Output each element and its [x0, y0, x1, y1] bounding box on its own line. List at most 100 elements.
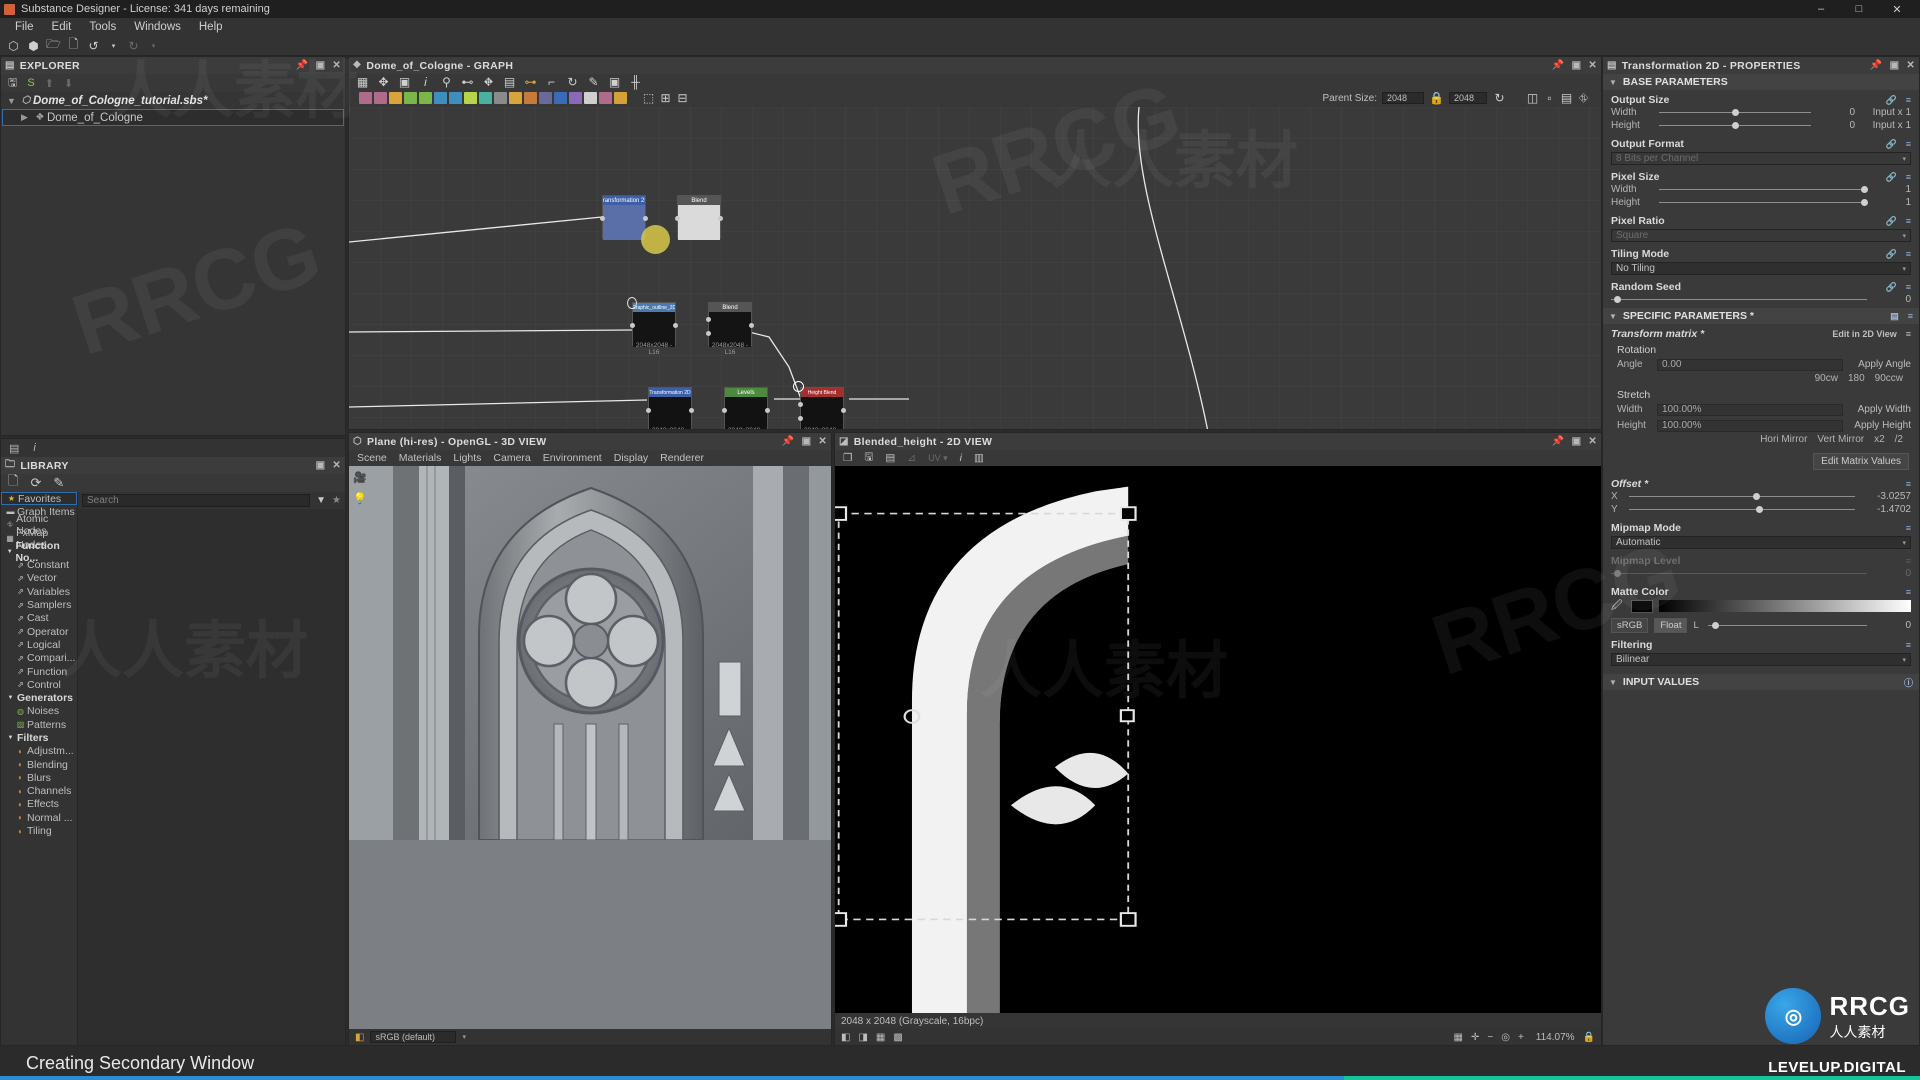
- node-input-port[interactable]: [600, 216, 605, 221]
- node-swatch[interactable]: [554, 92, 567, 104]
- pixel-height-slider[interactable]: [1659, 197, 1868, 208]
- node-input-port[interactable]: [630, 323, 635, 328]
- close-icon[interactable]: ✕: [1588, 60, 1597, 71]
- edit-icon[interactable]: ✎: [586, 75, 601, 89]
- rotate-180-button[interactable]: 180: [1848, 373, 1865, 384]
- scale-half-button[interactable]: /2: [1895, 434, 1903, 445]
- link-param-icon[interactable]: 🔗: [1886, 282, 1897, 293]
- graph-node[interactable]: Transformation 2D: [600, 195, 648, 240]
- library-item-favorites[interactable]: ★ Favorites: [1, 492, 77, 506]
- maximize-icon[interactable]: ▣: [316, 460, 326, 471]
- histogram-icon[interactable]: ▥: [974, 452, 984, 464]
- graph-node[interactable]: Height Blend 2048x2048 - L16: [798, 387, 846, 429]
- grid-icon[interactable]: ▦: [1454, 1032, 1463, 1043]
- view3d-menu-scene[interactable]: Scene: [357, 452, 387, 464]
- matte-channel-slider[interactable]: [1708, 620, 1867, 631]
- node-swatch[interactable]: [494, 92, 507, 104]
- pixel-width-slider[interactable]: [1659, 184, 1868, 195]
- library-item-patterns[interactable]: ▨ Patterns: [1, 718, 77, 731]
- menu-tools[interactable]: Tools: [80, 19, 125, 35]
- node-input-port[interactable]: [675, 216, 680, 221]
- library-item-blending[interactable]: ◐ Blending: [1, 758, 77, 771]
- node-swatch[interactable]: [569, 92, 582, 104]
- pin-icon[interactable]: 📌: [1552, 436, 1565, 447]
- library-item-operator[interactable]: ⇗ Operator: [1, 625, 77, 638]
- duplicate-icon[interactable]: ▤: [502, 75, 517, 89]
- download-icon[interactable]: ⬇: [64, 77, 73, 90]
- node-swatch[interactable]: [539, 92, 552, 104]
- library-tab-icon[interactable]: ▤: [9, 442, 19, 455]
- vert-mirror-button[interactable]: Vert Mirror: [1817, 434, 1864, 445]
- close-icon[interactable]: ✕: [818, 436, 827, 447]
- refresh-icon[interactable]: ↻: [1492, 91, 1507, 105]
- float-button[interactable]: Float: [1654, 617, 1688, 633]
- link-icon[interactable]: ⊷: [460, 75, 475, 89]
- stretch-width-input[interactable]: 100.00%: [1657, 403, 1843, 416]
- view2d-canvas[interactable]: [835, 466, 1601, 1013]
- redo-dropdown-icon[interactable]: ▾: [146, 39, 161, 53]
- channel-gray-icon[interactable]: ◨: [858, 1032, 867, 1043]
- view3d-menu-lights[interactable]: Lights: [453, 452, 481, 464]
- library-item-effects[interactable]: ◐ Effects: [1, 798, 77, 811]
- chevron-right-icon[interactable]: ▶: [21, 112, 33, 123]
- info-icon[interactable]: i: [418, 75, 433, 89]
- library-item-channels[interactable]: ◐ Channels: [1, 785, 77, 798]
- pixel-ratio-select[interactable]: Square ▾: [1611, 229, 1911, 242]
- param-menu-icon[interactable]: ≡: [1906, 216, 1911, 227]
- graph-node[interactable]: Levels 2048x2048 - L16: [722, 387, 770, 429]
- param-menu-icon[interactable]: ≡: [1906, 139, 1911, 150]
- node-swatch[interactable]: [524, 92, 537, 104]
- edit-matrix-values-button[interactable]: Edit Matrix Values: [1813, 453, 1909, 470]
- connect-icon[interactable]: ⊶: [523, 75, 538, 89]
- upload-icon[interactable]: ⬆: [45, 77, 54, 90]
- graph-node[interactable]: Graphic_outline_2D 2048x2048 - L16: [630, 302, 678, 356]
- center-icon[interactable]: ✛: [1471, 1032, 1479, 1043]
- link-param-icon[interactable]: 🔗: [1886, 216, 1897, 227]
- favorite-icon[interactable]: ★: [332, 495, 341, 506]
- graph-canvas[interactable]: Transformation 2D Blend Graphic_outline_…: [349, 107, 1601, 429]
- library-item-vector[interactable]: ⇗ Vector: [1, 572, 77, 585]
- maximize-icon[interactable]: ▣: [1890, 60, 1900, 71]
- select-icon[interactable]: ▦: [355, 75, 370, 89]
- chevron-down-icon[interactable]: ▾: [462, 1033, 466, 1041]
- param-menu-icon[interactable]: ≡: [1906, 282, 1911, 293]
- library-item-generators[interactable]: ▼ Generators: [1, 691, 77, 704]
- node-input-port[interactable]: [706, 317, 711, 322]
- refresh-icon[interactable]: ↻: [565, 75, 580, 89]
- maximize-icon[interactable]: ▣: [1572, 436, 1582, 447]
- node-output-port[interactable]: [841, 408, 846, 413]
- apply-width-button[interactable]: Apply Width: [1849, 404, 1911, 415]
- zoom-in-icon[interactable]: +: [1518, 1032, 1524, 1043]
- pin-icon[interactable]: 📌: [1552, 60, 1565, 71]
- close-icon[interactable]: ✕: [332, 60, 341, 71]
- menu-file[interactable]: File: [6, 19, 43, 35]
- view3d-menu-materials[interactable]: Materials: [399, 452, 442, 464]
- substance-icon[interactable]: S: [27, 77, 34, 89]
- node-output-port[interactable]: [749, 323, 754, 328]
- maximize-button[interactable]: □: [1840, 0, 1878, 18]
- param-menu-icon[interactable]: ≡: [1906, 640, 1911, 650]
- matte-color-gradient[interactable]: [1659, 600, 1911, 612]
- close-icon[interactable]: ✕: [1588, 436, 1597, 447]
- parent-size-height-select[interactable]: 2048: [1449, 92, 1487, 104]
- node-input-port[interactable]: [706, 331, 711, 336]
- view-list-icon[interactable]: ▤: [1559, 91, 1574, 105]
- library-item-filters[interactable]: ▼ Filters: [1, 731, 77, 744]
- menu-windows[interactable]: Windows: [125, 19, 190, 35]
- copy-param-icon[interactable]: ▤: [1890, 311, 1899, 322]
- chevron-down-icon[interactable]: ▼: [1609, 78, 1617, 87]
- close-button[interactable]: ✕: [1878, 0, 1916, 18]
- maximize-icon[interactable]: ▣: [316, 60, 326, 71]
- uv-label[interactable]: UV ▾: [928, 453, 948, 464]
- duplicate-icon[interactable]: ▤: [885, 452, 895, 464]
- view3d-menu-camera[interactable]: Camera: [493, 452, 530, 464]
- view-single-icon[interactable]: ▫: [1542, 91, 1557, 105]
- scale-x2-button[interactable]: x2: [1874, 434, 1885, 445]
- node-swatch[interactable]: [584, 92, 597, 104]
- link-param-icon[interactable]: 🔗: [1886, 95, 1897, 106]
- node-output-port[interactable]: [765, 408, 770, 413]
- node-input-port[interactable]: [646, 408, 651, 413]
- tiling-mode-select[interactable]: No Tiling ▾: [1611, 262, 1911, 275]
- pin-icon[interactable]: 📌: [296, 60, 309, 71]
- link-param-icon[interactable]: 🔗: [1886, 172, 1897, 183]
